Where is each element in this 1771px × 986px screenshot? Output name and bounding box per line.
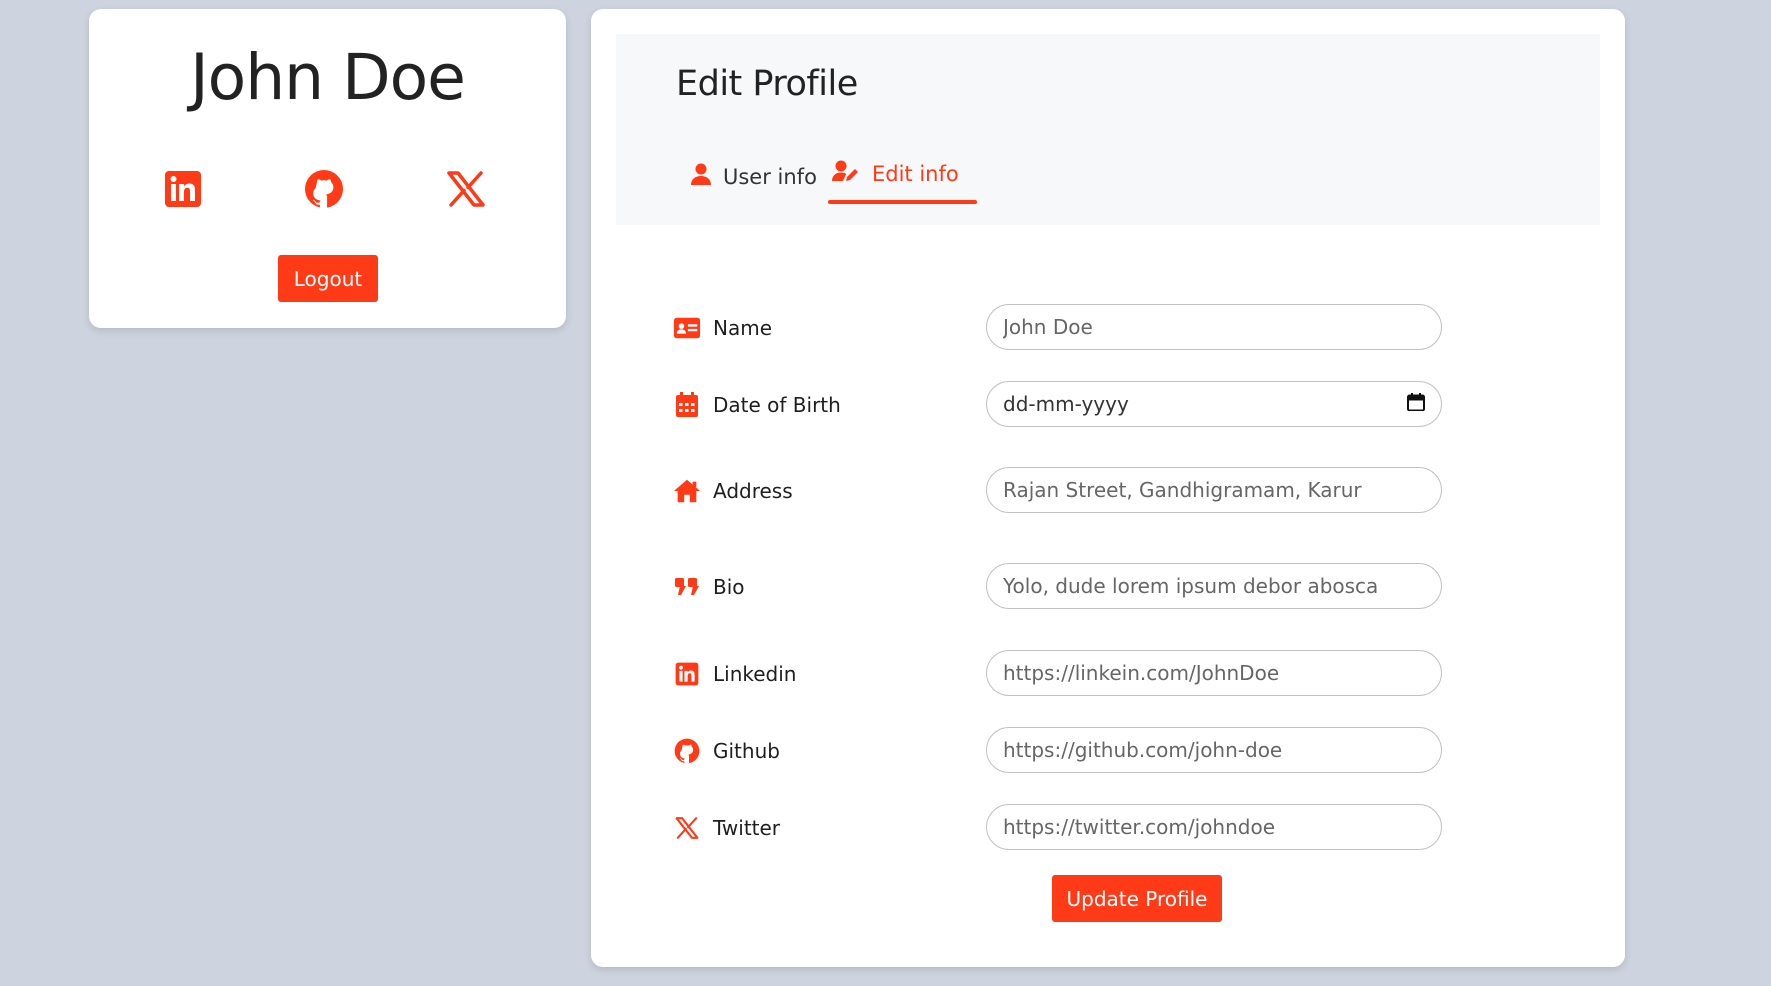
dob-label-text: Date of Birth	[713, 393, 841, 417]
calendar-icon	[673, 392, 701, 418]
profile-card: John Doe Logout	[89, 9, 566, 328]
address-row: Address	[673, 467, 1473, 515]
active-tab-indicator	[828, 200, 977, 204]
id-card-icon	[673, 316, 701, 340]
github-row: Github	[673, 727, 1473, 775]
name-label-text: Name	[713, 316, 773, 340]
name-input[interactable]	[986, 304, 1442, 350]
x-icon	[673, 817, 701, 839]
linkedin-icon[interactable]	[161, 167, 205, 211]
tab-user-info[interactable]: User info	[691, 163, 817, 190]
dob-value: dd-mm-yyyy	[1003, 392, 1129, 416]
edit-profile-card: Edit Profile User info Edit info Name Jo…	[591, 9, 1625, 967]
tab-edit-info[interactable]: Edit info	[832, 160, 959, 187]
logout-button[interactable]: Logout	[278, 255, 378, 302]
address-input[interactable]	[986, 467, 1442, 513]
linkedin-label: Linkedin	[673, 650, 796, 698]
github-icon[interactable]	[302, 167, 346, 211]
bio-row: Bio	[673, 563, 1473, 611]
bio-label: Bio	[673, 563, 745, 611]
update-profile-button[interactable]: Update Profile	[1052, 875, 1222, 922]
address-label-text: Address	[713, 479, 793, 503]
quote-icon	[673, 578, 701, 596]
address-label: Address	[673, 467, 793, 515]
user-pen-icon	[832, 160, 860, 187]
linkedin-icon	[673, 662, 701, 686]
linkedin-label-text: Linkedin	[713, 662, 797, 686]
twitter-label-text: Twitter	[713, 816, 781, 840]
bio-label-text: Bio	[713, 575, 745, 599]
profile-name: John Doe	[190, 41, 466, 114]
dob-label: Date of Birth	[673, 381, 841, 429]
github-label: Github	[673, 727, 780, 775]
name-row: Name	[673, 304, 1473, 352]
github-label-text: Github	[713, 739, 780, 763]
tab-edit-info-label: Edit info	[872, 161, 959, 186]
github-icon	[673, 738, 701, 764]
dob-input[interactable]: dd-mm-yyyy	[986, 381, 1442, 427]
linkedin-input[interactable]	[986, 650, 1442, 696]
twitter-label: Twitter	[673, 804, 780, 852]
name-label: Name	[673, 304, 772, 352]
dob-row: Date of Birth dd-mm-yyyy	[673, 381, 1473, 429]
calendar-picker-icon[interactable]	[1407, 392, 1425, 416]
linkedin-row: Linkedin	[673, 650, 1473, 698]
edit-header: Edit Profile User info Edit info	[616, 34, 1600, 225]
tab-user-info-label: User info	[723, 164, 817, 189]
page-title: Edit Profile	[676, 64, 858, 104]
x-icon[interactable]	[444, 167, 488, 211]
user-icon	[691, 163, 711, 190]
bio-input[interactable]	[986, 563, 1442, 609]
house-icon	[673, 478, 701, 504]
twitter-row: Twitter	[673, 804, 1473, 852]
github-input[interactable]	[986, 727, 1442, 773]
twitter-input[interactable]	[986, 804, 1442, 850]
